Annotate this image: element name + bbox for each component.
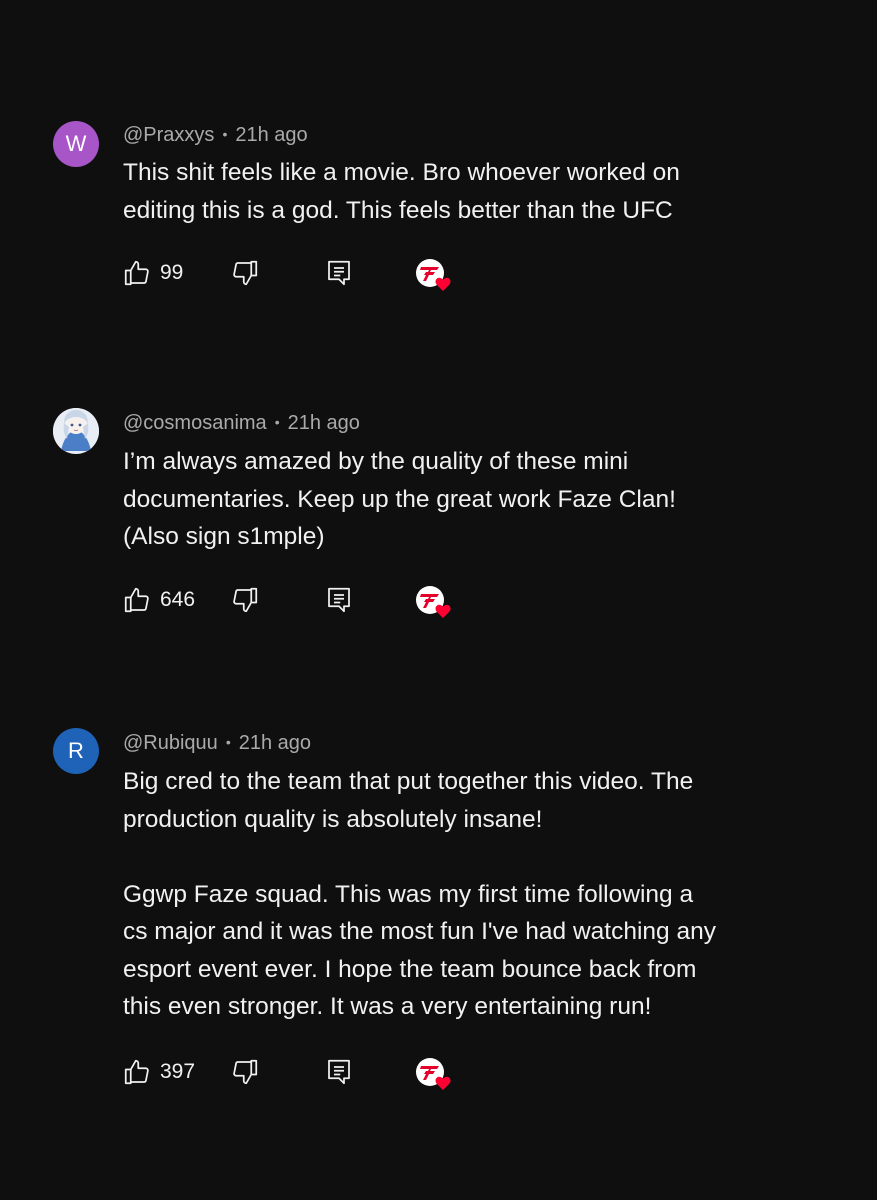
username[interactable]: @cosmosanima: [123, 412, 267, 434]
timestamp[interactable]: 21h ago: [239, 732, 311, 754]
comment-actions: 646: [122, 584, 482, 618]
separator-dot: •: [222, 126, 228, 142]
comment-text: Big cred to the team that put together t…: [123, 768, 716, 1020]
like-button[interactable]: 99: [122, 257, 183, 289]
thumbs-up-icon: [122, 1057, 152, 1087]
reply-comment-icon: [324, 258, 354, 288]
avatar[interactable]: W: [53, 121, 99, 167]
like-count: 646: [160, 588, 196, 611]
faze-clan-heart-icon[interactable]: [415, 257, 457, 293]
comment-actions: 397: [122, 1056, 482, 1090]
like-button[interactable]: 646: [122, 584, 195, 616]
thumbs-down-icon: [230, 1057, 260, 1087]
reply-comment-icon: [324, 585, 354, 615]
reply-button[interactable]: [324, 1056, 354, 1088]
comment-meta: @cosmosanima • 21h ago: [123, 411, 360, 436]
avatar[interactable]: [53, 408, 99, 454]
comment-text: I’m always amazed by the quality of thes…: [123, 448, 676, 550]
like-count: 397: [160, 1060, 196, 1083]
reply-button[interactable]: [324, 584, 354, 616]
anime-character-avatar-icon: [53, 408, 99, 454]
comment-text: This shit feels like a movie. Bro whoeve…: [123, 159, 680, 224]
dislike-button[interactable]: [230, 1056, 260, 1088]
like-count: 99: [160, 261, 184, 284]
avatar-letter: R: [68, 738, 84, 763]
username[interactable]: @Praxxys: [123, 124, 214, 146]
thumbs-up-icon: [122, 258, 152, 288]
thumbs-down-icon: [230, 585, 260, 615]
faze-clan-heart-icon[interactable]: [415, 584, 457, 620]
avatar-letter: W: [65, 131, 87, 156]
separator-dot: •: [225, 734, 231, 750]
thumbs-down-icon: [230, 258, 260, 288]
thumbs-up-icon: [122, 585, 152, 615]
dislike-button[interactable]: [230, 584, 260, 616]
faze-clan-heart-icon[interactable]: [415, 1056, 457, 1092]
timestamp[interactable]: 21h ago: [235, 124, 307, 146]
timestamp[interactable]: 21h ago: [288, 412, 360, 434]
avatar[interactable]: R: [53, 728, 99, 774]
reply-button[interactable]: [324, 257, 354, 289]
dislike-button[interactable]: [230, 257, 260, 289]
like-button[interactable]: 397: [122, 1056, 195, 1088]
reply-comment-icon: [324, 1057, 354, 1087]
separator-dot: •: [274, 414, 280, 430]
comment-meta: @Rubiquu • 21h ago: [123, 731, 311, 756]
comment-actions: 99: [122, 257, 482, 291]
comment-meta: @Praxxys • 21h ago: [123, 123, 308, 148]
username[interactable]: @Rubiquu: [123, 732, 218, 754]
comments-page: W @Praxxys • 21h ago This shit feels like …: [0, 0, 877, 1200]
